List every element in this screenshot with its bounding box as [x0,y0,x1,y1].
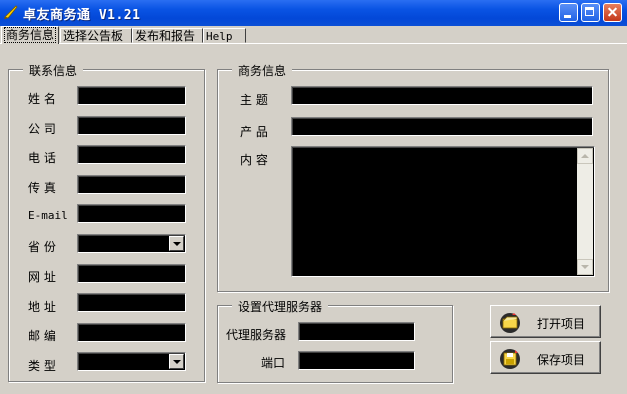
content-label: 内 容 [240,153,268,167]
title-bar[interactable]: 卓友商务通 V1.21 [0,0,627,26]
port-label: 端口 [261,356,286,370]
tab-label: Help [206,30,233,43]
open-project-button[interactable]: 打开项目 [490,305,601,338]
tab-select-board[interactable]: 选择公告板 [60,28,132,43]
tab-page-business-info: 联系信息 姓 名 公 司 电 话 传 真 E-mail 省 份 网 址 地 址 … [0,43,627,394]
company-label: 公 司 [28,122,56,136]
fax-label: 传 真 [28,181,56,195]
folder-open-icon [500,313,520,333]
tab-label: 商务信息 [4,27,57,43]
address-label: 地 址 [28,300,56,314]
type-label: 类 型 [28,359,56,373]
phone-input[interactable] [77,145,186,164]
website-label: 网 址 [28,270,56,284]
vertical-scrollbar[interactable] [577,148,593,275]
group-title: 联系信息 [23,62,84,79]
maximize-button[interactable] [581,3,600,22]
fax-input[interactable] [77,175,186,194]
chevron-down-icon[interactable] [169,354,184,369]
email-input[interactable] [77,204,186,223]
postcode-label: 邮 编 [28,329,56,343]
tab-label: 发布和报告 [135,29,196,43]
province-label: 省 份 [28,240,56,254]
port-input[interactable] [298,351,415,370]
phone-label: 电 话 [28,151,56,165]
group-title: 设置代理服务器 [232,298,329,315]
group-title: 商务信息 [232,62,293,79]
save-project-button[interactable]: 保存项目 [490,341,601,374]
tab-business-info[interactable]: 商务信息 [1,26,59,44]
company-input[interactable] [77,116,186,135]
save-icon [500,349,520,369]
tab-strip: 商务信息 选择公告板 发布和报告 Help [0,26,627,44]
proxy-server-input[interactable] [298,322,415,341]
proxy-settings-group: 设置代理服务器 [217,298,453,383]
scroll-down-icon[interactable] [577,259,593,275]
website-input[interactable] [77,264,186,283]
window-title: 卓友商务通 V1.21 [23,8,141,23]
tab-label: 选择公告板 [63,29,124,43]
product-label: 产 品 [240,125,268,139]
tab-help[interactable]: Help [203,28,246,43]
save-project-label: 保存项目 [537,353,586,367]
name-label: 姓 名 [28,92,56,106]
type-select[interactable] [77,352,186,371]
proxy-server-label: 代理服务器 [226,328,287,342]
close-button[interactable] [603,3,622,22]
scroll-up-icon[interactable] [577,148,593,164]
subject-label: 主 题 [240,93,268,107]
postcode-input[interactable] [77,323,186,342]
open-project-label: 打开项目 [537,317,586,331]
chevron-down-icon[interactable] [169,236,184,251]
app-icon [4,5,18,19]
tab-publish-report[interactable]: 发布和报告 [132,28,203,43]
product-input[interactable] [291,117,593,136]
subject-input[interactable] [291,86,593,105]
content-textarea[interactable] [291,146,595,277]
address-input[interactable] [77,293,186,312]
minimize-button[interactable] [559,3,578,22]
province-select[interactable] [77,234,186,253]
name-input[interactable] [77,86,186,105]
email-label: E-mail [28,209,68,222]
